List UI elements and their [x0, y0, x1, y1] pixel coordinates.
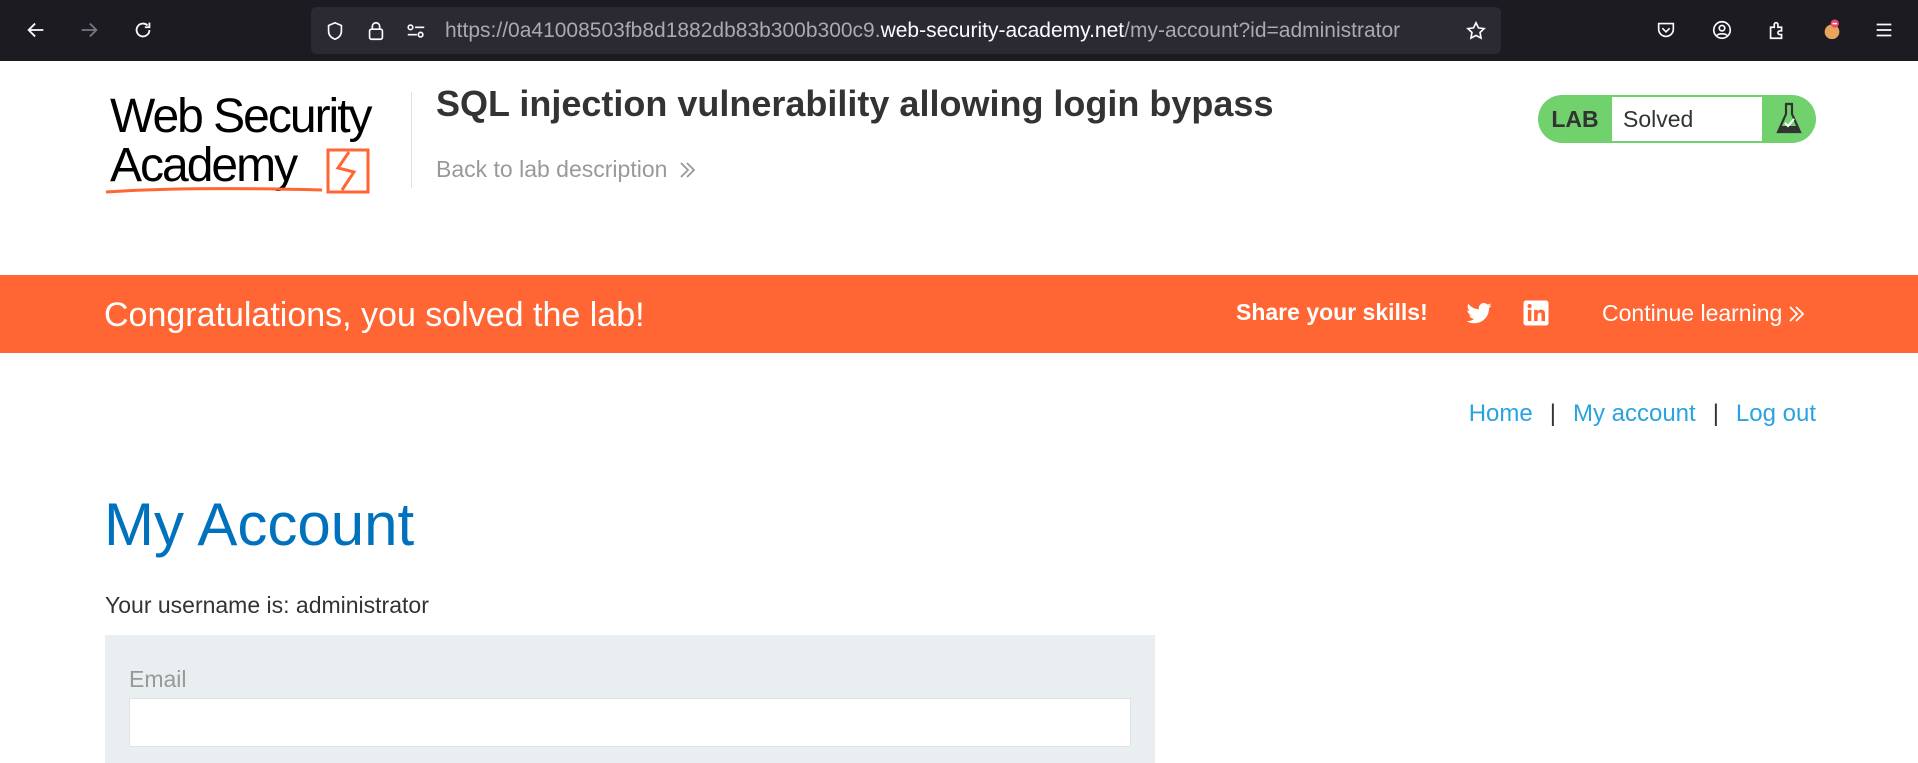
congratulations-banner: Congratulations, you solved the lab! Sha… [0, 275, 1918, 353]
lab-title: SQL injection vulnerability allowing log… [436, 83, 1274, 124]
continue-learning-link[interactable]: Continue learning [1602, 300, 1806, 327]
url-path: /my-account?id=administrator [1124, 19, 1401, 42]
double-chevron-icon [1789, 305, 1805, 322]
url-domain: web-security-academy.net [880, 19, 1125, 42]
continue-learning-label: Continue learning [1602, 300, 1783, 326]
back-to-description-link[interactable]: Back to lab description [436, 156, 697, 183]
reload-icon[interactable] [127, 14, 159, 46]
nav-separator: | [1712, 400, 1719, 427]
pocket-icon[interactable] [1650, 14, 1682, 46]
flask-icon [1762, 95, 1816, 143]
page-heading: My Account [104, 491, 415, 558]
permissions-icon[interactable] [404, 19, 428, 43]
congrats-message: Congratulations, you solved the lab! [104, 296, 645, 334]
hamburger-menu-icon[interactable] [1868, 14, 1900, 46]
share-skills-label: Share your skills! [1236, 299, 1428, 325]
lock-icon[interactable] [364, 19, 388, 43]
url-prefix: https://0a41008503fb8d1882db83b300b300c9… [445, 19, 881, 42]
lab-state: Solved [1612, 97, 1762, 141]
email-label: Email [129, 666, 187, 692]
web-security-academy-logo[interactable]: Web Security Academy [104, 90, 409, 202]
account-icon[interactable] [1706, 14, 1738, 46]
username-line: Your username is: administrator [105, 592, 429, 618]
svg-text:Web Security: Web Security [110, 92, 373, 143]
extension-avatar-icon[interactable] [1816, 14, 1848, 46]
forward-arrow-icon[interactable] [73, 14, 105, 46]
double-chevron-icon [680, 161, 696, 178]
lab-status-widget: LAB Solved [1538, 95, 1816, 143]
extensions-icon[interactable] [1761, 14, 1793, 46]
bookmark-star-icon[interactable] [1464, 19, 1488, 43]
lab-badge: LAB [1551, 105, 1599, 132]
browser-toolbar: https://0a41008503fb8d1882db83b300b300c9… [0, 0, 1918, 61]
nav-separator: | [1549, 400, 1556, 427]
back-link-label: Back to lab description [436, 156, 668, 182]
url-text[interactable]: https://0a41008503fb8d1882db83b300b300c9… [445, 19, 1400, 43]
twitter-icon[interactable] [1463, 297, 1495, 329]
nav-log-out-link[interactable]: Log out [1736, 400, 1816, 428]
url-bar[interactable]: https://0a41008503fb8d1882db83b300b300c9… [311, 7, 1501, 54]
header-divider [411, 92, 412, 188]
account-nav: Home | My account | Log out [1469, 400, 1816, 428]
nav-my-account-link[interactable]: My account [1573, 400, 1696, 428]
email-input[interactable] [129, 698, 1131, 747]
svg-text:Academy: Academy [110, 139, 298, 192]
update-email-form: Email [105, 635, 1155, 763]
back-arrow-icon[interactable] [20, 14, 52, 46]
nav-home-link[interactable]: Home [1469, 400, 1533, 428]
shield-icon[interactable] [323, 19, 347, 43]
linkedin-icon[interactable] [1520, 297, 1552, 329]
